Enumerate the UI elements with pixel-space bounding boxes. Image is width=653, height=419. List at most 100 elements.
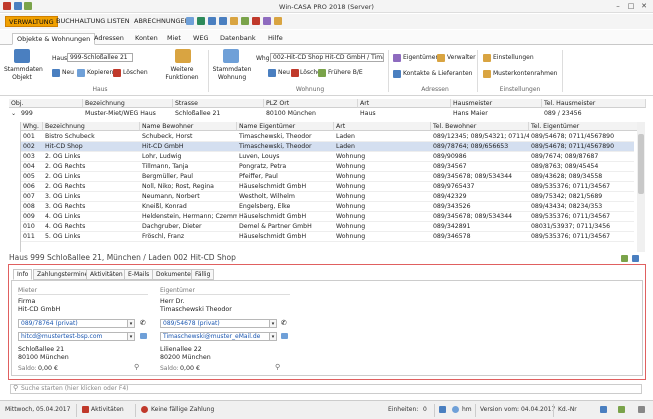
tool-icon-4[interactable] xyxy=(219,17,227,25)
scrollbar-thumb[interactable] xyxy=(638,134,644,194)
col-header-tel-eigentuemer[interactable]: Tel. Eigentümer xyxy=(529,122,638,131)
stammdaten-objekt-button[interactable]: Stammdaten Objekt xyxy=(4,66,43,82)
tab-emails[interactable]: E-Mails xyxy=(124,269,154,280)
weitere-funktionen-button[interactable]: Weitere Funktionen xyxy=(160,66,204,82)
layout-icon[interactable] xyxy=(618,406,625,413)
view-icon[interactable] xyxy=(600,406,607,413)
grip-icon[interactable] xyxy=(638,406,645,413)
tool-icon-7[interactable] xyxy=(252,17,260,25)
tab-konten[interactable]: Konten xyxy=(131,33,162,45)
chevron-down-icon[interactable]: ▾ xyxy=(270,332,277,341)
stammdaten-wohnung-button[interactable]: Stammdaten Wohnung xyxy=(212,66,252,82)
tab-miet[interactable]: Miet xyxy=(163,33,185,45)
tool-icon-2[interactable] xyxy=(197,17,205,25)
table-row[interactable]: 010 4. OG Rechts Dachgruber, Dieter Demel &… xyxy=(21,222,634,232)
col-header-whg[interactable]: Whg. xyxy=(21,122,43,131)
einstellungen-button[interactable]: Einstellungen xyxy=(493,54,534,62)
table-row[interactable]: 004 2. OG Rechts Tillmann, Tanja Pongratz, … xyxy=(21,162,634,172)
cell-name-bewohner: Tillmann, Tanja xyxy=(142,163,189,170)
col-header-plz-ort[interactable]: PLZ Ort xyxy=(264,99,358,108)
tab-faellig[interactable]: Fällig xyxy=(191,269,215,280)
haus-loeschen-button[interactable]: Löschen xyxy=(123,69,148,77)
tab-datenbank[interactable]: Datenbank xyxy=(216,33,260,45)
phone-icon[interactable]: ✆ xyxy=(140,319,146,327)
tab-adressen[interactable]: Adressen xyxy=(90,33,128,45)
status-aktivitaeten[interactable]: Aktivitäten xyxy=(91,405,124,415)
col-header-name-eigentuemer[interactable]: Name Eigentümer xyxy=(237,122,334,131)
tab-objekte-wohnungen[interactable]: Objekte & Wohnungen xyxy=(12,33,96,45)
tool-icon-9[interactable] xyxy=(274,17,282,25)
table-row[interactable]: 001 Bistro Schubeck Schubeck, Horst Timasch… xyxy=(21,132,634,142)
fruehere-be-button[interactable]: Frühere B/E xyxy=(328,69,363,77)
search-icon[interactable]: ⚲ xyxy=(275,363,280,371)
haus-neu-button[interactable]: Neu xyxy=(62,69,74,77)
tool-icon-5[interactable] xyxy=(230,17,238,25)
cell-hausmeister: Hans Maier xyxy=(453,110,488,117)
tool-icon-1[interactable] xyxy=(186,17,194,25)
kontakte-lieferanten-button[interactable]: Kontakte & Lieferanten xyxy=(403,70,472,78)
menu-listen[interactable]: LISTEN xyxy=(104,16,133,27)
print-icon[interactable] xyxy=(632,255,639,262)
tab-dokumente[interactable]: Dokumente xyxy=(152,269,195,280)
col-header-art[interactable]: Art xyxy=(334,122,431,131)
menu-buchhaltung[interactable]: BUCHHALTUNG xyxy=(53,16,108,27)
tab-weg[interactable]: WEG xyxy=(189,33,213,45)
col-header-bezeichnung[interactable]: Bezeichnung xyxy=(43,122,140,131)
expand-icon[interactable]: ⌄ xyxy=(9,109,19,119)
eigentuemer-button[interactable]: Eigentümer xyxy=(403,54,438,62)
email-icon[interactable] xyxy=(140,333,147,339)
mieter-phone-select[interactable]: 089/78764 (privat) xyxy=(18,319,128,328)
mieter-email-select[interactable]: hitcd@mustertest-bsp.com xyxy=(18,332,128,341)
col-header-strasse[interactable]: Strasse xyxy=(173,99,264,108)
status-faellig[interactable]: Keine fällige Zahlung xyxy=(151,405,214,415)
tool-icon-3[interactable] xyxy=(208,17,216,25)
col-header-bezeichnung[interactable]: Bezeichnung xyxy=(83,99,173,108)
phone-icon[interactable]: ✆ xyxy=(281,319,287,327)
refresh-icon[interactable] xyxy=(621,255,628,262)
close-button[interactable]: ✕ xyxy=(639,2,649,11)
email-icon[interactable] xyxy=(281,333,288,339)
tool-icon-6[interactable] xyxy=(241,17,249,25)
maximize-button[interactable]: □ xyxy=(626,2,636,11)
wohnung-select[interactable]: 002-Hit-CD Shop Hit-CD GmbH / Timaschl xyxy=(270,53,384,62)
eigentuemer-phone-select[interactable]: 089/54678 (privat) xyxy=(160,319,270,328)
wohnung-neu-button[interactable]: Neu xyxy=(278,69,290,77)
tab-info[interactable]: Info xyxy=(13,269,33,280)
musterkontenrahmen-button[interactable]: Musterkontenrahmen xyxy=(493,70,557,78)
eigentuemer-email-select[interactable]: Timaschewski@muster_eMail.de xyxy=(160,332,270,341)
tab-aktivitaeten[interactable]: Aktivitäten xyxy=(86,269,127,280)
table-row[interactable]: 006 2. OG Rechts Noll, Niko; Rost, Regina H… xyxy=(21,182,634,192)
table-row[interactable]: 009 4. OG Links Heldenstein, Hermann; Czem… xyxy=(21,212,634,222)
verwalter-button[interactable]: Verwalter xyxy=(447,54,476,62)
tab-zahlungstermine[interactable]: Zahlungstermine xyxy=(33,269,93,280)
menu-abrechnungen[interactable]: ABRECHNUNGEN xyxy=(131,16,192,27)
col-header-hausmeister[interactable]: Hausmeister xyxy=(451,99,542,108)
table-row[interactable]: 011 5. OG Links Fröschl, Franz Häuselschmid… xyxy=(21,232,634,242)
object-row[interactable]: ⌄ 999 Muster-Miet/WEG Haus Schloßallee 2… xyxy=(9,109,646,119)
chevron-down-icon[interactable]: ▾ xyxy=(128,332,135,341)
global-search-input[interactable]: Suche starten (hier klicken oder F4) xyxy=(10,384,642,394)
search-icon[interactable]: ⚲ xyxy=(134,363,139,371)
cell-tel-eigentuemer: 089/54678; 0711/4567890 xyxy=(531,143,615,150)
tab-hilfe[interactable]: Hilfe xyxy=(264,33,287,45)
minimize-button[interactable]: – xyxy=(613,2,623,11)
col-header-tel-hausmeister[interactable]: Tel. Hausmeister xyxy=(542,99,646,108)
haus-select[interactable]: 999-Schloßallee 21 xyxy=(67,53,133,62)
col-header-name-bewohner[interactable]: Name Bewohner xyxy=(140,122,237,131)
mieter-street: Schloßallee 21 xyxy=(18,346,65,353)
vertical-scrollbar[interactable] xyxy=(637,122,645,252)
table-row[interactable]: 002 Hit-CD Shop Hit-CD GmbH Timaschewski, T… xyxy=(21,142,634,152)
col-header-obj[interactable]: Obj. xyxy=(9,99,83,108)
col-header-tel-bewohner[interactable]: Tel. Bewohner xyxy=(431,122,529,131)
table-row[interactable]: 003 2. OG Links Lohr, Ludwig Luven, Louys Wo… xyxy=(21,152,634,162)
tool-icon-8[interactable] xyxy=(263,17,271,25)
group-separator xyxy=(208,50,209,92)
haus-kopieren-button[interactable]: Kopieren xyxy=(87,69,113,77)
col-header-art[interactable]: Art xyxy=(358,99,451,108)
menu-verwaltung[interactable]: VERWALTUNG xyxy=(5,16,58,27)
table-row[interactable]: 008 3. OG Rechts Kneißl, Konrad Engelsberg,… xyxy=(21,202,634,212)
chevron-down-icon[interactable]: ▾ xyxy=(270,319,277,328)
chevron-down-icon[interactable]: ▾ xyxy=(128,319,135,328)
table-row[interactable]: 007 3. OG Links Neumann, Norbert Westholt, … xyxy=(21,192,634,202)
table-row[interactable]: 005 2. OG Links Bergmüller, Paul Pfeiffer, … xyxy=(21,172,634,182)
